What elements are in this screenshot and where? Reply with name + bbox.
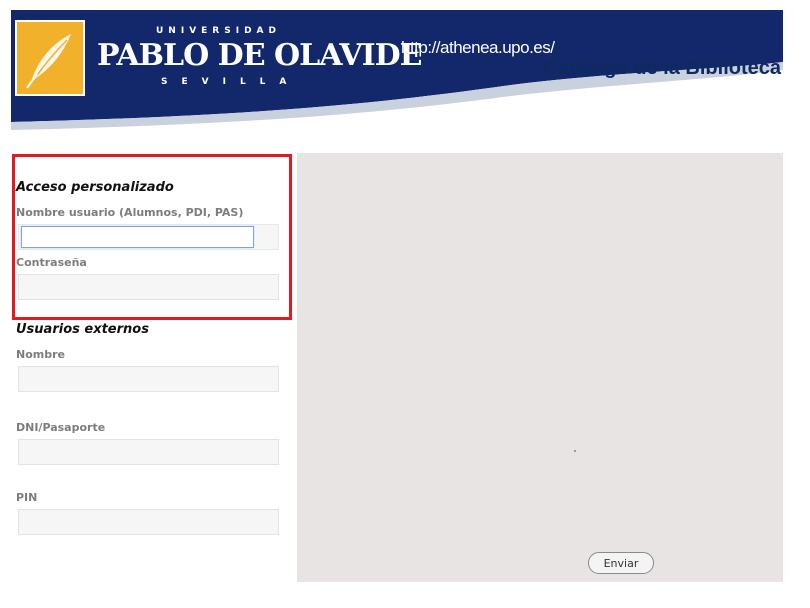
university-logo: [15, 20, 85, 96]
university-top-text: UNIVERSIDAD: [156, 26, 281, 36]
external-users-title: Usuarios externos: [16, 322, 149, 337]
pin-label: PIN: [16, 491, 38, 504]
decorative-dot: [574, 450, 576, 452]
dni-input[interactable]: [18, 439, 279, 465]
header-banner: [11, 10, 783, 130]
name-label: Nombre: [16, 348, 65, 361]
catalog-title: Catálogo de la Biblioteca: [543, 57, 781, 79]
page-header: UNIVERSIDAD PABLO DE OLAVIDE SEVILLA htt…: [11, 10, 783, 153]
submit-button[interactable]: Enviar: [588, 552, 654, 574]
name-input[interactable]: [18, 366, 279, 392]
highlight-frame: [12, 154, 292, 320]
university-city: SEVILLA: [161, 77, 301, 87]
dni-label: DNI/Pasaporte: [16, 421, 106, 434]
site-url[interactable]: http://athenea.upo.es/: [401, 38, 555, 58]
login-page: UNIVERSIDAD PABLO DE OLAVIDE SEVILLA htt…: [11, 10, 783, 582]
university-name: PABLO DE OLAVIDE: [97, 38, 423, 73]
feather-icon: [26, 34, 71, 89]
pin-input[interactable]: [18, 509, 279, 535]
